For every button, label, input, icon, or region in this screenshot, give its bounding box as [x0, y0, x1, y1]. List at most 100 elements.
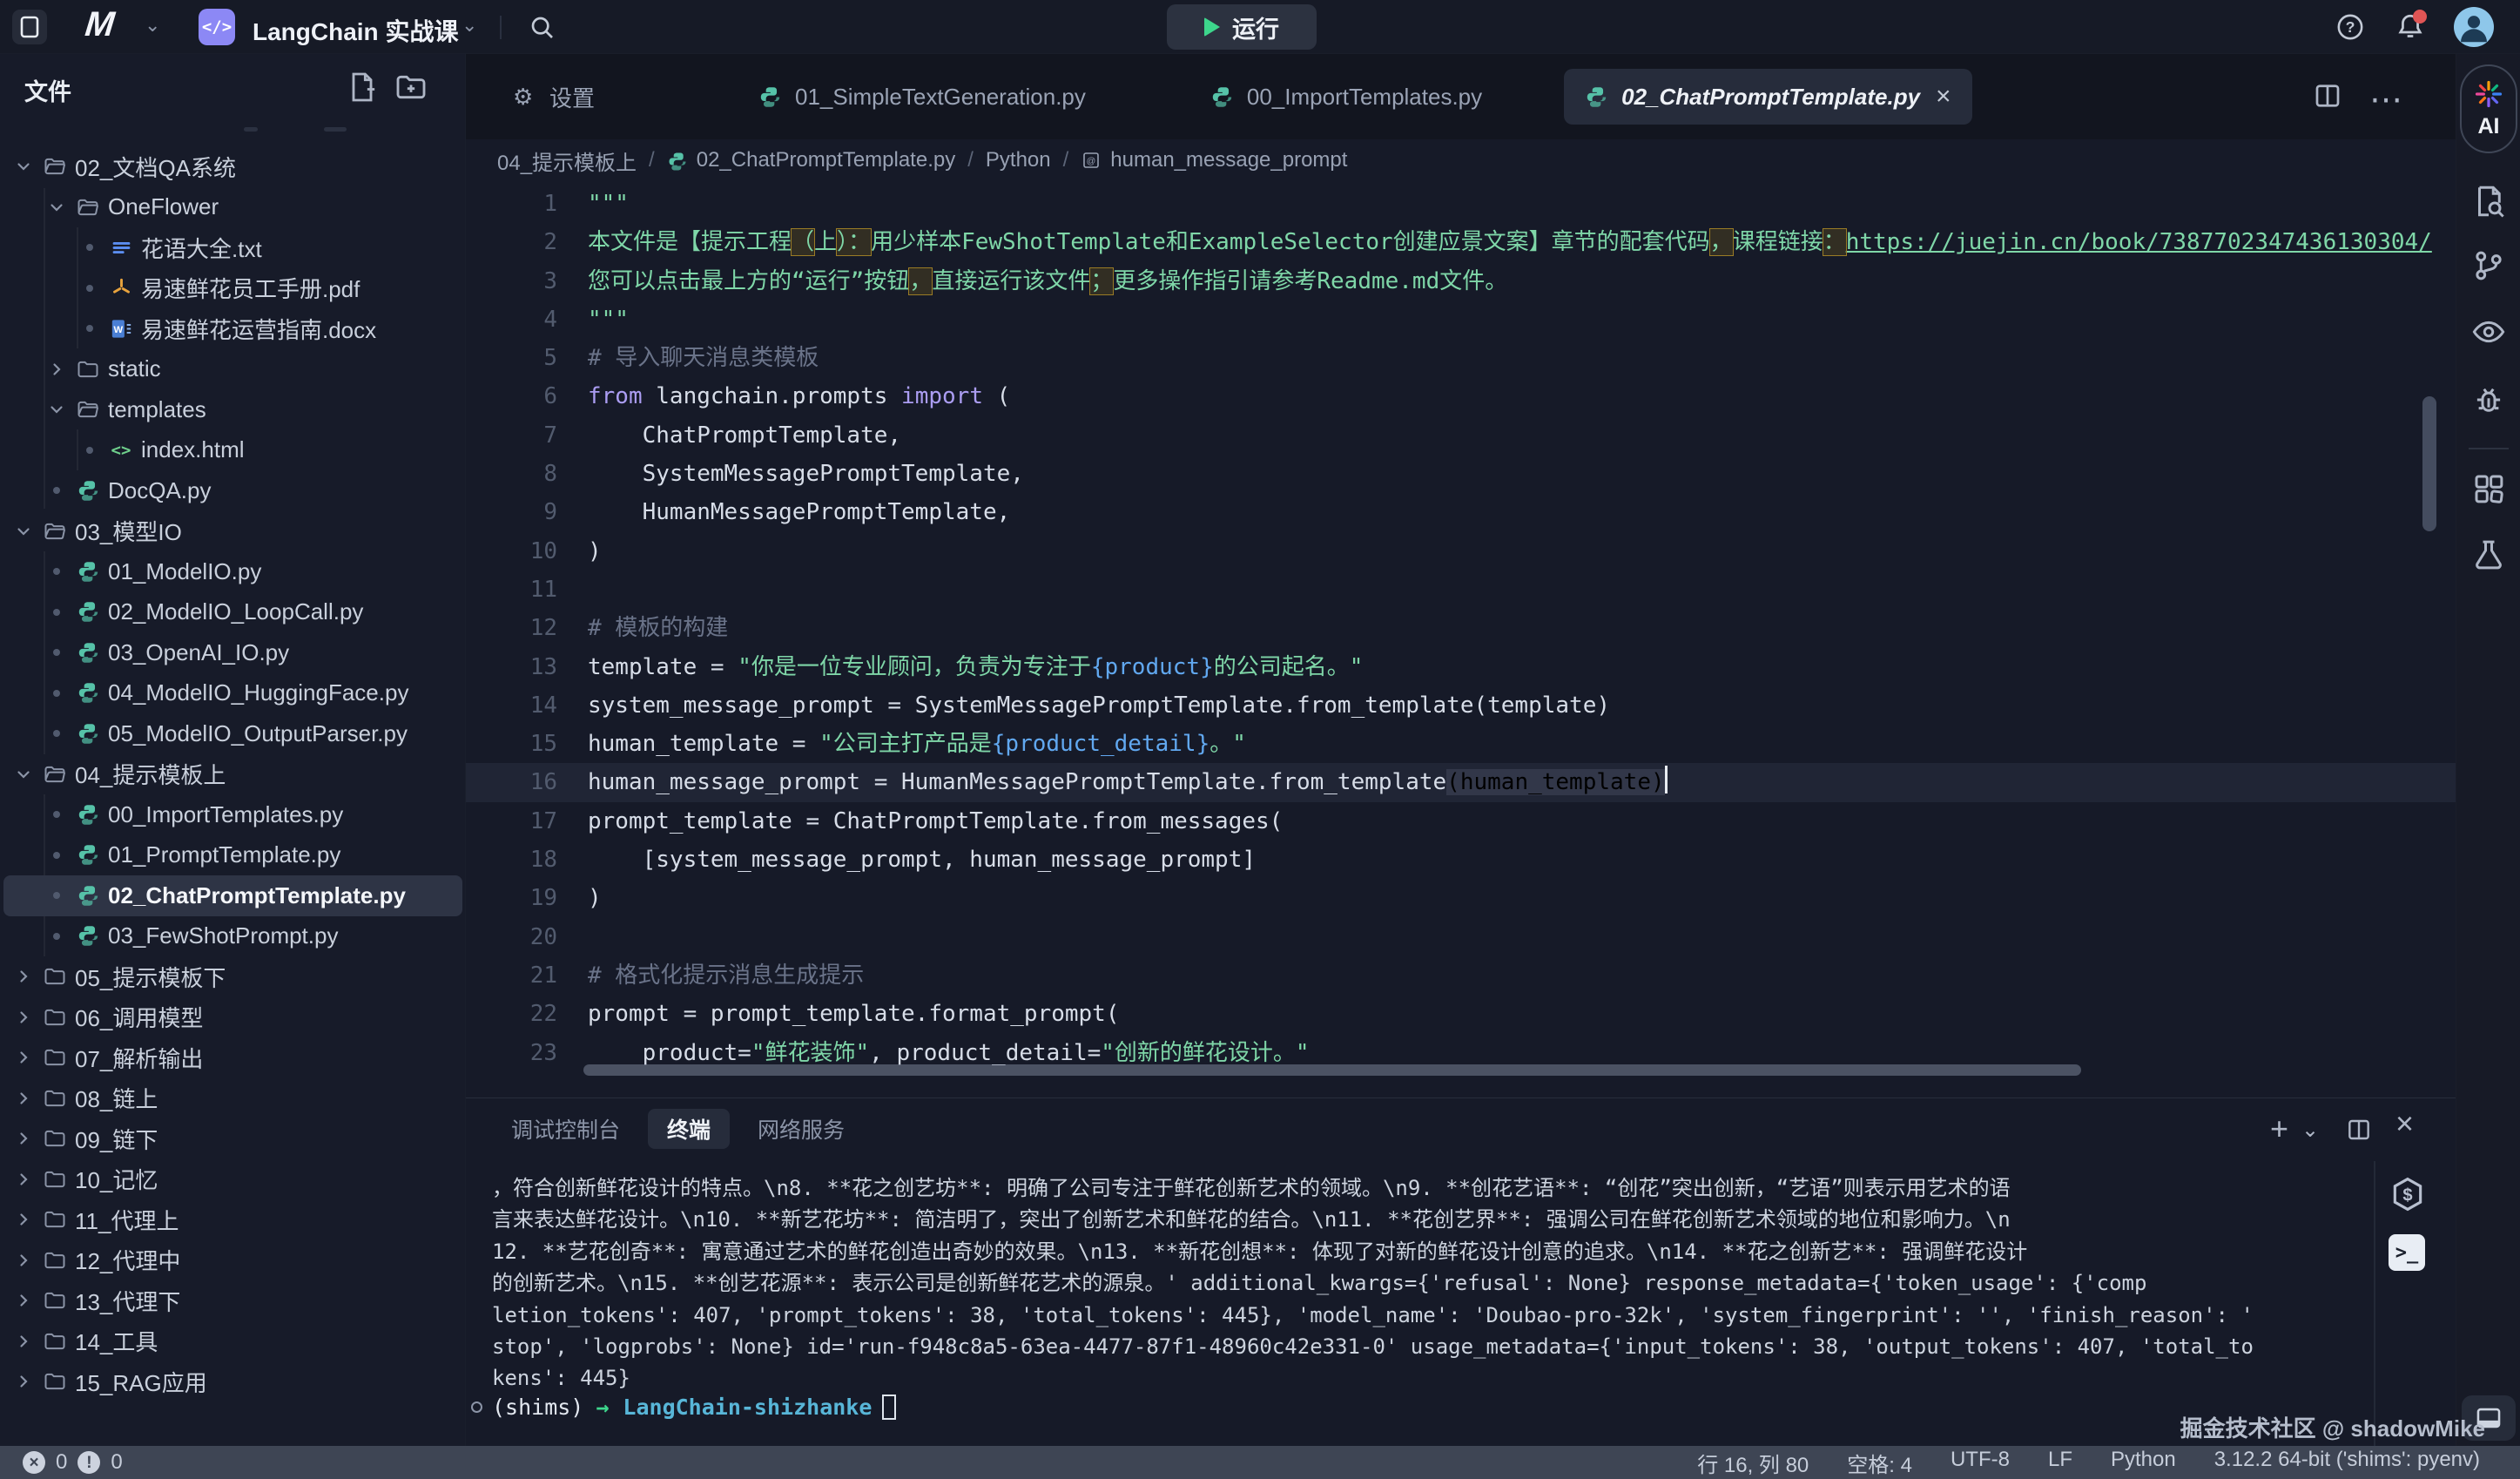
project-chevron-icon[interactable]: ⌄: [462, 14, 477, 37]
file-search-icon[interactable]: [2470, 183, 2507, 219]
breadcrumb-item[interactable]: Python: [986, 148, 1051, 172]
code-area[interactable]: 1"""2本文件是【提示工程（上）：用少样本FewShotTemplate和Ex…: [466, 185, 2456, 1072]
status-item[interactable]: 行 16, 列 80: [1697, 1448, 1809, 1478]
breadcrumb-item[interactable]: 04_提示模板上: [497, 145, 637, 176]
chevron-right-icon[interactable]: [12, 1046, 35, 1069]
breadcrumb-item[interactable]: @human_message_prompt: [1081, 148, 1347, 172]
tree-item-易速鲜花运营指南.docx[interactable]: W易速鲜花运营指南.docx: [3, 308, 462, 349]
code-line-5[interactable]: 5# 导入聊天消息类模板: [466, 339, 2456, 377]
panel-tab-网络服务[interactable]: 网络服务: [738, 1109, 864, 1149]
errors-icon[interactable]: ×: [23, 1451, 45, 1474]
tree-item-05_ModelIO_OutputParser.py[interactable]: 05_ModelIO_OutputParser.py: [3, 713, 462, 754]
shell-profile-icon[interactable]: $: [2389, 1175, 2429, 1215]
tree-item-11_代理上[interactable]: 11_代理上: [3, 1199, 462, 1240]
extensions-icon[interactable]: [2470, 470, 2507, 507]
source-control-icon[interactable]: [2470, 247, 2507, 284]
tree-item-10_记忆[interactable]: 10_记忆: [3, 1159, 462, 1200]
code-line-19[interactable]: 19): [466, 879, 2456, 917]
tree-item-05_提示模板下[interactable]: 05_提示模板下: [3, 956, 462, 997]
tree-item-06_调用模型[interactable]: 06_调用模型: [3, 997, 462, 1038]
code-line-21[interactable]: 21# 格式化提示消息生成提示: [466, 956, 2456, 995]
code-line-6[interactable]: 6from langchain.prompts import (: [466, 377, 2456, 415]
chevron-right-icon[interactable]: [12, 1006, 35, 1029]
chevron-right-icon[interactable]: [12, 1208, 35, 1231]
tree-item-static[interactable]: static: [3, 349, 462, 390]
code-line-9[interactable]: 9 HumanMessagePromptTemplate,: [466, 493, 2456, 531]
tree-item-02_文档QA系统[interactable]: 02_文档QA系统: [3, 146, 462, 187]
code-line-20[interactable]: 20: [466, 918, 2456, 956]
tree-item-index.html[interactable]: <>index.html: [3, 430, 462, 471]
code-line-16[interactable]: 16human_message_prompt = HumanMessagePro…: [466, 763, 2456, 801]
terminal-output[interactable]: ，符合创新鲜花设计的特点。\n8. **花之创艺坊**: 明确了公司专注于鲜花创…: [492, 1172, 2373, 1395]
notifications-bell-icon[interactable]: [2395, 11, 2426, 43]
user-avatar[interactable]: [2454, 7, 2494, 47]
warnings-icon[interactable]: !: [77, 1451, 100, 1474]
code-line-2[interactable]: 2本文件是【提示工程（上）：用少样本FewShotTemplate和Exampl…: [466, 223, 2456, 261]
editor-tab-02_ChatPromptTemplate.py[interactable]: 02_ChatPromptTemplate.py×: [1564, 69, 1971, 125]
tree-item-15_RAG应用[interactable]: 15_RAG应用: [3, 1361, 462, 1402]
status-item[interactable]: 3.12.2 64-bit ('shims': pyenv): [2214, 1448, 2480, 1478]
terminal-prompt[interactable]: (shims) → LangChain-shizhanke: [492, 1395, 896, 1420]
code-line-14[interactable]: 14system_message_prompt = SystemMessageP…: [466, 686, 2456, 725]
status-item[interactable]: UTF-8: [1951, 1448, 2010, 1478]
terminal-session-icon[interactable]: >_: [2389, 1234, 2425, 1271]
code-line-17[interactable]: 17prompt_template = ChatPromptTemplate.f…: [466, 802, 2456, 841]
chevron-right-icon[interactable]: [12, 1168, 35, 1191]
test-flask-icon[interactable]: [2470, 537, 2507, 573]
tree-item-02_ModelIO_LoopCall.py[interactable]: 02_ModelIO_LoopCall.py: [3, 592, 462, 633]
horizontal-scrollbar[interactable]: [583, 1064, 2081, 1076]
code-line-7[interactable]: 7 ChatPromptTemplate,: [466, 416, 2456, 455]
code-line-8[interactable]: 8 SystemMessagePromptTemplate,: [466, 455, 2456, 493]
tree-item-01_ModelIO.py[interactable]: 01_ModelIO.py: [3, 551, 462, 592]
status-item[interactable]: LF: [2048, 1448, 2072, 1478]
editor-tab-设置[interactable]: ⚙设置: [492, 69, 616, 125]
tree-item-08_链上[interactable]: 08_链上: [3, 1078, 462, 1119]
chevron-right-icon[interactable]: [12, 965, 35, 988]
tree-item-00_ImportTemplates.py[interactable]: 00_ImportTemplates.py: [3, 794, 462, 835]
chevron-right-icon[interactable]: [12, 1127, 35, 1150]
code-line-18[interactable]: 18 [system_message_prompt, human_message…: [466, 841, 2456, 879]
chevron-right-icon[interactable]: [12, 1249, 35, 1272]
preview-eye-icon[interactable]: [2470, 314, 2507, 350]
chevron-right-icon[interactable]: [12, 1087, 35, 1110]
errors-count[interactable]: 0: [56, 1450, 67, 1475]
code-line-1[interactable]: 1""": [466, 185, 2456, 223]
code-line-4[interactable]: 4""": [466, 301, 2456, 339]
help-icon[interactable]: ?: [2335, 12, 2365, 42]
chevron-down-icon[interactable]: [45, 196, 68, 219]
warnings-count[interactable]: 0: [111, 1450, 122, 1475]
chevron-right-icon[interactable]: [45, 358, 68, 381]
tree-item-01_PromptTemplate.py[interactable]: 01_PromptTemplate.py: [3, 835, 462, 876]
tree-item-07_解析输出[interactable]: 07_解析输出: [3, 1037, 462, 1078]
tree-item-09_链下[interactable]: 09_链下: [3, 1118, 462, 1159]
marscode-logo[interactable]: M: [84, 5, 115, 44]
tree-item-花语大全.txt[interactable]: 花语大全.txt: [3, 227, 462, 268]
tree-item-04_提示模板上[interactable]: 04_提示模板上: [3, 754, 462, 795]
code-line-11[interactable]: 11: [466, 571, 2456, 609]
terminal-dropdown-chevron-icon[interactable]: ⌄: [2301, 1118, 2319, 1143]
panel-tab-终端[interactable]: 终端: [648, 1109, 730, 1149]
logo-menu-chevron-icon[interactable]: ⌄: [145, 14, 160, 37]
code-line-3[interactable]: 3您可以点击最上方的“运行”按钮，直接运行该文件；更多操作指引请参考Readme…: [466, 262, 2456, 301]
chevron-right-icon[interactable]: [12, 1289, 35, 1312]
tree-item-03_FewShotPrompt.py[interactable]: 03_FewShotPrompt.py: [3, 916, 462, 957]
editor-tab-01_SimpleTextGeneration.py[interactable]: 01_SimpleTextGeneration.py: [738, 69, 1107, 125]
code-line-15[interactable]: 15human_template = "公司主打产品是{product_deta…: [466, 725, 2456, 763]
split-editor-icon[interactable]: [2312, 80, 2347, 115]
tree-item-03_模型IO[interactable]: 03_模型IO: [3, 511, 462, 552]
code-line-10[interactable]: 10): [466, 532, 2456, 571]
close-icon[interactable]: ×: [1936, 82, 1951, 111]
chevron-down-icon[interactable]: [12, 763, 35, 786]
status-item[interactable]: 空格: 4: [1847, 1448, 1912, 1478]
tree-item-13_代理下[interactable]: 13_代理下: [3, 1280, 462, 1321]
chevron-right-icon[interactable]: [12, 1370, 35, 1393]
code-line-13[interactable]: 13template = "你是一位专业顾问，负责为专注于{product}的公…: [466, 648, 2456, 686]
new-terminal-icon[interactable]: +: [2270, 1111, 2288, 1147]
run-button[interactable]: 运行: [1167, 4, 1317, 50]
more-actions-icon[interactable]: ⋯: [2369, 80, 2404, 115]
tree-item-02_ChatPromptTemplate.py[interactable]: 02_ChatPromptTemplate.py: [3, 875, 462, 916]
chevron-right-icon[interactable]: [12, 1330, 35, 1353]
tree-item-OneFlower[interactable]: OneFlower: [3, 187, 462, 228]
project-name[interactable]: LangChain 实战课: [253, 13, 458, 48]
tree-item-04_ModelIO_HuggingFace.py[interactable]: 04_ModelIO_HuggingFace.py: [3, 673, 462, 714]
